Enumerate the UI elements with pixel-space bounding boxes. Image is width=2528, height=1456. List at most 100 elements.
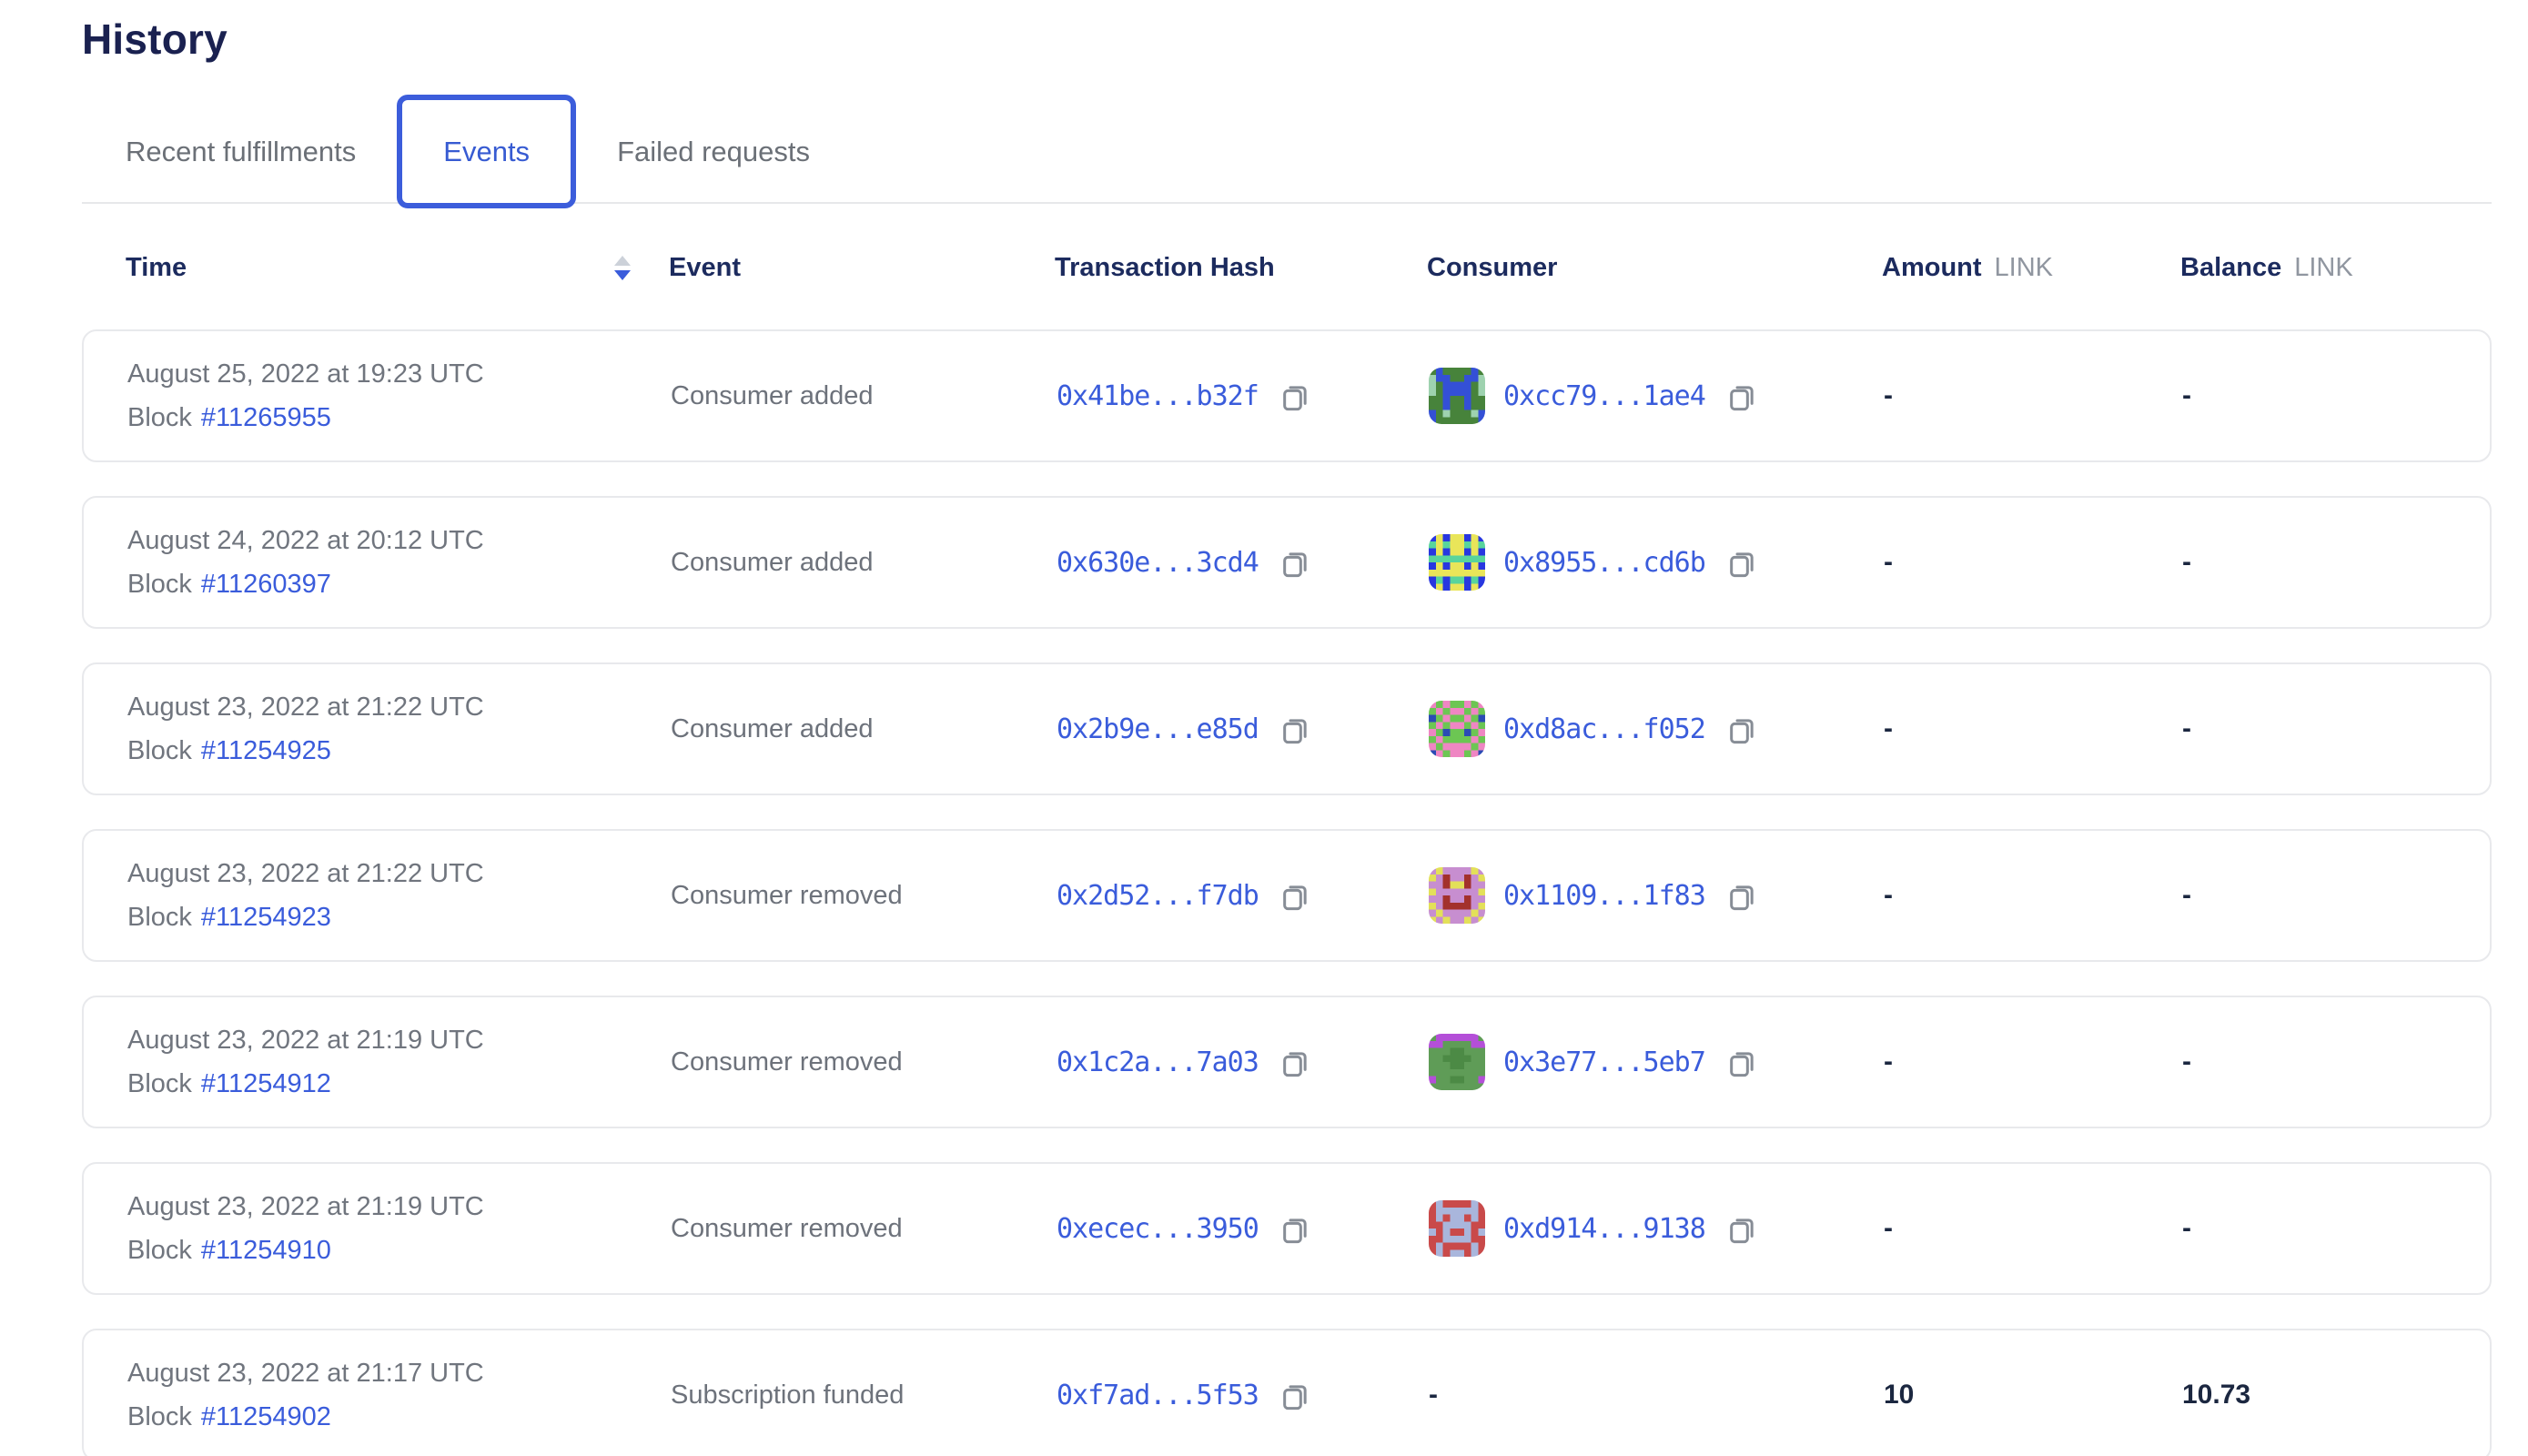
row-event-type: Consumer added [671,548,1057,578]
table-row: August 23, 2022 at 21:19 UTC Block #1125… [82,996,2492,1128]
consumer-address-link[interactable]: 0xcc79...1ae4 [1503,380,1705,412]
row-event-type: Consumer added [671,381,1057,411]
row-amount: 10 [1884,1380,2182,1410]
block-label: Block [127,403,192,433]
consumer-cell: - [1429,1380,1884,1410]
consumer-avatar-identicon [1429,534,1485,591]
copy-icon[interactable] [1724,711,1760,747]
row-event-type: Consumer added [671,714,1057,744]
column-header-time: Time [126,253,187,283]
consumer-cell: 0x8955...cd6b [1429,534,1884,591]
copy-icon[interactable] [1724,378,1760,414]
row-amount: - [1884,1213,2182,1244]
block-number-link[interactable]: #11254923 [201,903,331,933]
copy-icon[interactable] [1724,877,1760,914]
consumer-cell: 0xcc79...1ae4 [1429,368,1884,424]
table-row: August 23, 2022 at 21:19 UTC Block #1125… [82,1162,2492,1295]
row-timestamp: August 24, 2022 at 20:12 UTC [127,526,671,556]
row-amount: - [1884,547,2182,578]
table-row: August 23, 2022 at 21:17 UTC Block #1125… [82,1329,2492,1456]
row-timestamp: August 23, 2022 at 21:19 UTC [127,1192,671,1222]
consumer-address-link[interactable]: 0x1109...1f83 [1503,880,1705,912]
block-label: Block [127,903,192,933]
block-number-link[interactable]: #11254912 [201,1069,331,1099]
row-timestamp: August 25, 2022 at 19:23 UTC [127,359,671,389]
row-balance: - [2182,1046,2490,1077]
copy-icon[interactable] [1277,1377,1313,1413]
block-number-link[interactable]: #11260397 [201,570,331,600]
consumer-empty-dash: - [1429,1380,1438,1410]
consumer-address-link[interactable]: 0x3e77...5eb7 [1503,1046,1705,1078]
page-title: History [82,15,2528,64]
block-number-link[interactable]: #11254925 [201,736,331,766]
row-amount: - [1884,880,2182,911]
table-row: August 23, 2022 at 21:22 UTC Block #1125… [82,829,2492,962]
copy-icon[interactable] [1277,544,1313,581]
transaction-hash-link[interactable]: 0xecec...3950 [1057,1213,1259,1245]
consumer-avatar-identicon [1429,368,1485,424]
table-row: August 25, 2022 at 19:23 UTC Block #1126… [82,329,2492,462]
row-timestamp: August 23, 2022 at 21:17 UTC [127,1359,671,1389]
block-label: Block [127,1236,192,1266]
transaction-hash-link[interactable]: 0x630e...3cd4 [1057,547,1259,579]
copy-icon[interactable] [1277,1044,1313,1080]
row-balance: - [2182,1213,2490,1244]
row-timestamp: August 23, 2022 at 21:22 UTC [127,859,671,889]
copy-icon[interactable] [1277,877,1313,914]
column-header-amount: Amount LINK [1882,253,2180,283]
consumer-cell: 0x3e77...5eb7 [1429,1034,1884,1090]
sort-indicator[interactable] [614,256,631,280]
row-balance: - [2182,380,2490,411]
block-number-link[interactable]: #11254910 [201,1236,331,1266]
transaction-hash-link[interactable]: 0x2b9e...e85d [1057,713,1259,745]
row-amount: - [1884,713,2182,744]
block-label: Block [127,736,192,766]
sort-asc-icon [614,256,631,266]
copy-icon[interactable] [1724,544,1760,581]
row-amount: - [1884,1046,2182,1077]
row-event-type: Consumer removed [671,881,1057,911]
sort-desc-icon [614,270,631,280]
consumer-avatar-identicon [1429,1034,1485,1090]
transaction-hash-link[interactable]: 0x1c2a...7a03 [1057,1046,1259,1078]
block-number-link[interactable]: #11254902 [201,1402,331,1432]
row-balance: - [2182,713,2490,744]
row-balance: 10.73 [2182,1380,2490,1410]
column-header-transaction-hash: Transaction Hash [1055,253,1427,283]
table-row: August 23, 2022 at 21:22 UTC Block #1125… [82,662,2492,795]
copy-icon[interactable] [1724,1044,1760,1080]
row-amount: - [1884,380,2182,411]
block-label: Block [127,1069,192,1099]
consumer-avatar-identicon [1429,1200,1485,1257]
row-event-type: Consumer removed [671,1047,1057,1077]
row-balance: - [2182,547,2490,578]
consumer-avatar-identicon [1429,867,1485,924]
history-tabs: Recent fulfillments Events Failed reques… [82,95,2528,208]
transaction-hash-link[interactable]: 0xf7ad...5f53 [1057,1380,1259,1411]
amount-unit-label: LINK [1995,253,2053,283]
transaction-hash-link[interactable]: 0x2d52...f7db [1057,880,1259,912]
row-event-type: Subscription funded [671,1380,1057,1410]
balance-unit-label: LINK [2294,253,2352,283]
consumer-address-link[interactable]: 0xd8ac...f052 [1503,713,1705,745]
copy-icon[interactable] [1277,378,1313,414]
block-number-link[interactable]: #11265955 [201,403,331,433]
row-balance: - [2182,880,2490,911]
tab-events[interactable]: Events [397,95,576,208]
consumer-cell: 0xd8ac...f052 [1429,701,1884,757]
consumer-address-link[interactable]: 0xd914...9138 [1503,1213,1705,1245]
table-row: August 24, 2022 at 20:12 UTC Block #1126… [82,496,2492,629]
consumer-address-link[interactable]: 0x8955...cd6b [1503,547,1705,579]
block-label: Block [127,1402,192,1432]
copy-icon[interactable] [1724,1210,1760,1247]
column-header-balance: Balance LINK [2180,253,2492,283]
event-rows: August 25, 2022 at 19:23 UTC Block #1126… [82,329,2528,1456]
column-header-consumer: Consumer [1427,253,1882,283]
consumer-avatar-identicon [1429,701,1485,757]
tab-failed-requests[interactable]: Failed requests [576,95,851,208]
copy-icon[interactable] [1277,711,1313,747]
transaction-hash-link[interactable]: 0x41be...b32f [1057,380,1259,412]
tab-recent-fulfillments[interactable]: Recent fulfillments [82,95,397,208]
copy-icon[interactable] [1277,1210,1313,1247]
row-event-type: Consumer removed [671,1214,1057,1244]
